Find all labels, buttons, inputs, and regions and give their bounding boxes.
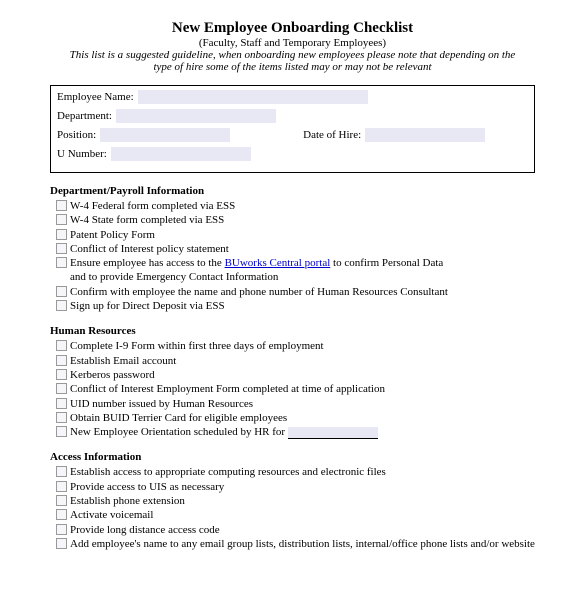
checklist-text: New Employee Orientation scheduled by HR…	[70, 425, 535, 439]
checklist-text: Patent Policy Form	[70, 228, 535, 242]
checklist-text: Provide access to UIS as necessary	[70, 480, 535, 494]
checklist-text: Activate voicemail	[70, 508, 535, 522]
checklist-text: Kerberos password	[70, 368, 535, 382]
checkbox[interactable]	[56, 383, 67, 394]
u-number-field[interactable]	[111, 147, 251, 161]
section-title-hr: Human Resources	[50, 325, 535, 337]
text-fragment: New Employee Orientation scheduled by HR…	[70, 426, 288, 438]
checklist-text: Conflict of Interest Employment Form com…	[70, 382, 535, 396]
checkbox[interactable]	[56, 257, 67, 268]
checkbox[interactable]	[56, 214, 67, 225]
checkbox[interactable]	[56, 495, 67, 506]
checkbox[interactable]	[56, 509, 67, 520]
date-of-hire-label: Date of Hire:	[303, 129, 361, 141]
position-field[interactable]	[100, 128, 230, 142]
checkbox[interactable]	[56, 412, 67, 423]
checkbox[interactable]	[56, 426, 67, 437]
section-dept-payroll: Department/Payroll Information W-4 Feder…	[50, 185, 535, 313]
checklist-text: Add employee's name to any email group l…	[70, 537, 535, 551]
page-subtitle: (Faculty, Staff and Temporary Employees)	[50, 37, 535, 49]
employee-name-field[interactable]	[138, 90, 368, 104]
checkbox[interactable]	[56, 538, 67, 549]
hr-date-field[interactable]	[288, 427, 378, 439]
checklist-text: Provide long distance access code	[70, 523, 535, 537]
checkbox[interactable]	[56, 229, 67, 240]
checklist-text: Obtain BUID Terrier Card for eligible em…	[70, 411, 535, 425]
checklist-text: Confirm with employee the name and phone…	[70, 285, 535, 299]
checkbox[interactable]	[56, 300, 67, 311]
checklist-text: Complete I-9 Form within first three day…	[70, 339, 535, 353]
checkbox[interactable]	[56, 340, 67, 351]
checkbox[interactable]	[56, 481, 67, 492]
department-label: Department:	[57, 110, 112, 122]
checklist-text: Ensure employee has access to the BUwork…	[70, 256, 535, 270]
text-fragment: Ensure employee has access to the	[70, 257, 225, 269]
checklist-text: W-4 State form completed via ESS	[70, 213, 535, 227]
section-title-access: Access Information	[50, 451, 535, 463]
checkbox[interactable]	[56, 355, 67, 366]
checklist-continuation: and to provide Emergency Contact Informa…	[50, 270, 535, 284]
checkbox[interactable]	[56, 286, 67, 297]
page-title: New Employee Onboarding Checklist	[50, 20, 535, 37]
header: New Employee Onboarding Checklist (Facul…	[50, 20, 535, 73]
checklist-text: Conflict of Interest policy statement	[70, 242, 535, 256]
page-note: This list is a suggested guideline, when…	[50, 49, 535, 73]
checkbox[interactable]	[56, 369, 67, 380]
section-title-dept-payroll: Department/Payroll Information	[50, 185, 535, 197]
checklist-text: Establish access to appropriate computin…	[70, 465, 535, 479]
checkbox[interactable]	[56, 466, 67, 477]
checkbox[interactable]	[56, 243, 67, 254]
buworks-link[interactable]: BUworks Central portal	[225, 257, 331, 269]
text-fragment: to confirm Personal Data	[330, 257, 443, 269]
checkbox[interactable]	[56, 200, 67, 211]
checkbox[interactable]	[56, 398, 67, 409]
date-of-hire-field[interactable]	[365, 128, 485, 142]
section-human-resources: Human Resources Complete I-9 Form within…	[50, 325, 535, 439]
department-field[interactable]	[116, 109, 276, 123]
checklist-text: Sign up for Direct Deposit via ESS	[70, 299, 535, 313]
position-label: Position:	[57, 129, 96, 141]
employee-info-box: Employee Name: Department: Position: Dat…	[50, 85, 535, 173]
checklist-text: Establish Email account	[70, 354, 535, 368]
checklist-text: UID number issued by Human Resources	[70, 397, 535, 411]
u-number-label: U Number:	[57, 148, 107, 160]
checklist-text: W-4 Federal form completed via ESS	[70, 199, 535, 213]
checkbox[interactable]	[56, 524, 67, 535]
checklist-text: Establish phone extension	[70, 494, 535, 508]
employee-name-label: Employee Name:	[57, 91, 134, 103]
section-access-information: Access Information Establish access to a…	[50, 451, 535, 551]
